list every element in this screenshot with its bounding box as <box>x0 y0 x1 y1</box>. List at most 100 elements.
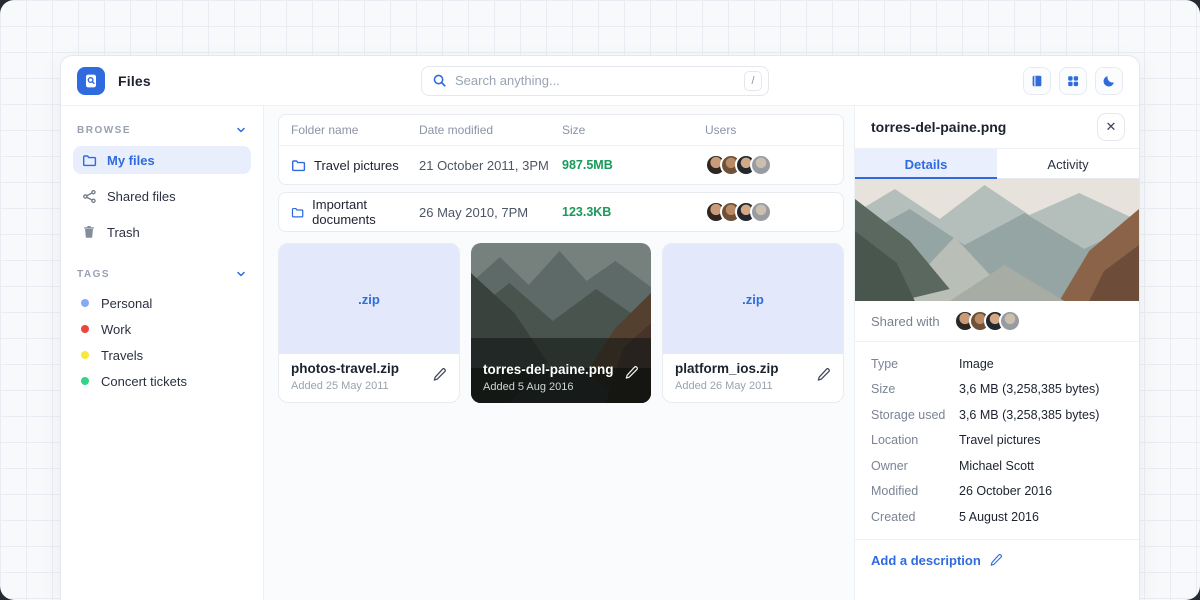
edit-pencil-icon[interactable] <box>816 367 831 387</box>
file-name: torres-del-paine.png <box>483 362 639 377</box>
shared-with-label: Shared with <box>871 314 940 329</box>
detail-row-created: Created 5 August 2016 <box>871 504 1123 530</box>
tab-activity[interactable]: Activity <box>997 149 1139 179</box>
zip-cover: .zip <box>279 244 459 354</box>
browse-label: BROWSE <box>77 125 131 136</box>
date-modified: 21 October 2011, 3PM <box>419 158 562 173</box>
folder-users <box>705 154 831 176</box>
file-card-torres-del-paine[interactable]: torres-del-paine.png Added 5 Aug 2016 <box>471 243 651 403</box>
notebook-button[interactable] <box>1023 67 1051 95</box>
folder-table: Folder name Date modified Size Users Tra… <box>278 114 844 185</box>
detail-label: Modified <box>871 484 959 498</box>
desktop-background: Files / <box>0 0 1200 600</box>
folder-table-row-block: Important documents 26 May 2010, 7PM 123… <box>278 192 844 232</box>
search-icon <box>432 73 447 88</box>
search-bar[interactable]: / <box>421 66 769 96</box>
avatar <box>750 154 772 176</box>
detail-row-type: Type Image <box>871 351 1123 377</box>
add-description-label: Add a description <box>871 553 981 568</box>
file-name: platform_ios.zip <box>675 361 831 376</box>
add-description-link[interactable]: Add a description <box>855 540 1139 581</box>
tag-personal[interactable]: Personal <box>73 290 251 316</box>
tag-dot-personal <box>81 299 89 307</box>
close-button[interactable]: ✕ <box>1097 113 1125 141</box>
table-header-row: Folder name Date modified Size Users <box>279 115 843 146</box>
moon-icon <box>1102 74 1116 88</box>
sidebar-item-shared-files[interactable]: Shared files <box>73 182 251 210</box>
browse-section-header[interactable]: BROWSE <box>73 120 251 146</box>
shared-with-row: Shared with <box>855 301 1139 342</box>
file-added-date: Added 25 May 2011 <box>291 380 447 392</box>
sidebar-item-label: My files <box>107 153 155 168</box>
detail-value: 26 October 2016 <box>959 484 1052 498</box>
close-icon: ✕ <box>1106 119 1117 135</box>
date-modified: 26 May 2010, 7PM <box>419 205 562 220</box>
main-content: Folder name Date modified Size Users Tra… <box>264 106 854 600</box>
details-list: Type Image Size 3,6 MB (3,258,385 bytes)… <box>855 342 1139 530</box>
app-logo-icon[interactable] <box>77 67 105 95</box>
top-bar: Files / <box>61 56 1139 106</box>
detail-label: Type <box>871 357 959 371</box>
zip-cover: .zip <box>663 244 843 354</box>
detail-label: Size <box>871 382 959 396</box>
notebook-icon <box>1030 74 1044 88</box>
column-header-folder-name: Folder name <box>291 123 419 137</box>
column-header-size: Size <box>562 123 705 137</box>
detail-value: 3,6 MB (3,258,385 bytes) <box>959 382 1099 396</box>
panel-tabs: Details Activity <box>855 149 1139 179</box>
detail-label: Created <box>871 510 959 524</box>
avatar-group <box>705 154 831 176</box>
file-card-platform-ios[interactable]: .zip platform_ios.zip Added 26 May 2011 <box>662 243 844 403</box>
tag-travels[interactable]: Travels <box>73 342 251 368</box>
tag-label: Personal <box>101 296 152 311</box>
column-header-date-modified: Date modified <box>419 123 562 137</box>
tag-dot-concert-tickets <box>81 377 89 385</box>
sidebar-item-trash[interactable]: Trash <box>73 218 251 246</box>
image-preview[interactable] <box>855 179 1139 301</box>
files-app-window: Files / <box>60 55 1140 600</box>
tag-dot-work <box>81 325 89 333</box>
detail-row-owner: Owner Michael Scott <box>871 453 1123 479</box>
search-shortcut-key: / <box>744 71 762 91</box>
zip-badge: .zip <box>358 292 380 307</box>
grid-icon <box>1066 74 1080 88</box>
column-header-users: Users <box>705 123 831 137</box>
file-card-photos-travel[interactable]: .zip photos-travel.zip Added 25 May 2011 <box>278 243 460 403</box>
detail-row-storage-used: Storage used 3,6 MB (3,258,385 bytes) <box>871 402 1123 428</box>
detail-label: Location <box>871 433 959 447</box>
tags-section-header[interactable]: TAGS <box>73 264 251 290</box>
table-row-travel-pictures[interactable]: Travel pictures 21 October 2011, 3PM 987… <box>279 146 843 184</box>
tab-details[interactable]: Details <box>855 149 997 179</box>
grid-view-button[interactable] <box>1059 67 1087 95</box>
file-name: photos-travel.zip <box>291 361 447 376</box>
tags-label: TAGS <box>77 269 110 280</box>
edit-pencil-icon[interactable] <box>432 367 447 387</box>
table-row-important-documents[interactable]: Important documents 26 May 2010, 7PM 123… <box>279 193 843 231</box>
tag-concert-tickets[interactable]: Concert tickets <box>73 368 251 394</box>
page-title: Files <box>118 73 151 89</box>
header-actions <box>1023 67 1123 95</box>
folder-users <box>705 201 831 223</box>
tag-dot-travels <box>81 351 89 359</box>
edit-pencil-icon[interactable] <box>624 365 639 385</box>
sidebar-item-my-files[interactable]: My files <box>73 146 251 174</box>
mountain-preview <box>855 179 1139 301</box>
chevron-down-icon[interactable] <box>235 268 247 280</box>
edit-pencil-icon <box>989 553 1003 567</box>
detail-value: Michael Scott <box>959 459 1034 473</box>
detail-row-modified: Modified 26 October 2016 <box>871 479 1123 505</box>
dark-mode-button[interactable] <box>1095 67 1123 95</box>
tag-work[interactable]: Work <box>73 316 251 342</box>
search-input[interactable] <box>455 73 744 88</box>
detail-label: Storage used <box>871 408 959 422</box>
detail-row-location: Location Travel pictures <box>871 428 1123 454</box>
detail-label: Owner <box>871 459 959 473</box>
avatar-group <box>705 201 831 223</box>
tag-label: Work <box>101 322 131 337</box>
folder-size: 987.5MB <box>562 158 705 172</box>
avatar <box>750 201 772 223</box>
details-panel: torres-del-paine.png ✕ Details Activity <box>854 106 1139 600</box>
chevron-down-icon[interactable] <box>235 124 247 136</box>
sidebar-item-label: Trash <box>107 225 140 240</box>
avatar-group <box>954 310 1021 332</box>
